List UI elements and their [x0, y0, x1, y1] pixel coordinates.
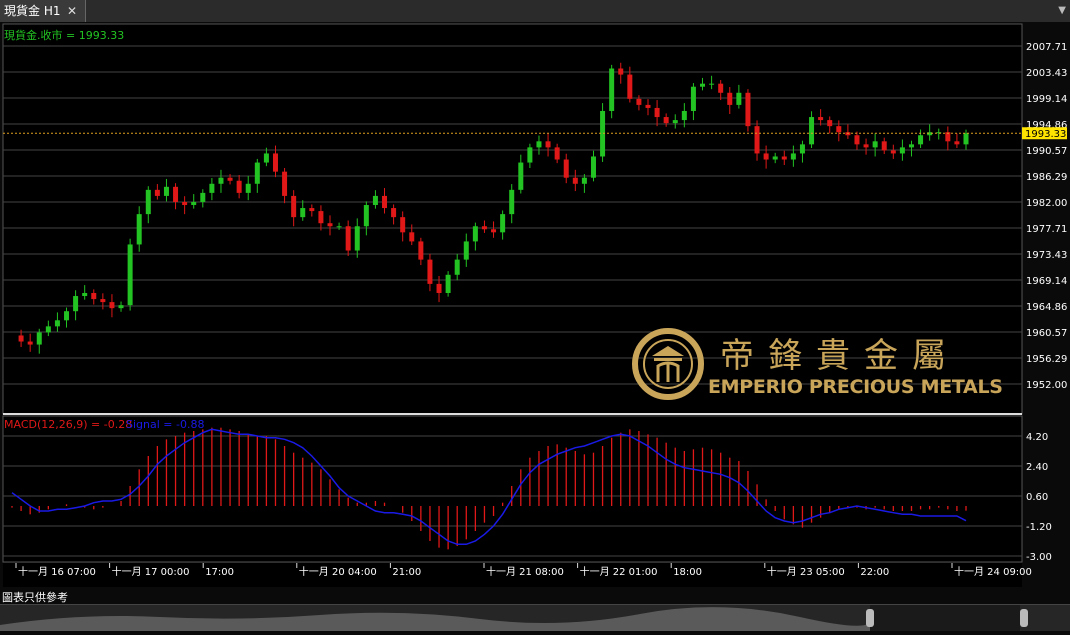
- price-tick-label: 1952.00: [1026, 380, 1067, 391]
- chevron-down-icon[interactable]: ▼: [1058, 0, 1066, 22]
- time-tick-label: 22:00: [860, 567, 889, 578]
- time-tick-label: 十一月 21 08:00: [486, 565, 564, 578]
- price-tick-label: 1956.29: [1026, 354, 1067, 365]
- scroll-overview[interactable]: [0, 605, 1070, 631]
- candle: [609, 64, 615, 119]
- price-tick-label: 1986.29: [1026, 172, 1067, 183]
- time-tick-label: 18:00: [673, 567, 702, 578]
- time-tick-label: 十一月 24 09:00: [954, 565, 1032, 578]
- macd-tick-label: -3.00: [1026, 552, 1052, 563]
- current-price-text: 1993.33: [1025, 129, 1066, 140]
- price-tick-label: 1999.14: [1026, 94, 1067, 105]
- time-tick-label: 17:00: [205, 567, 234, 578]
- price-tick-label: 1973.43: [1026, 250, 1067, 261]
- chart-tab[interactable]: 現貨金 H1 ✕: [0, 0, 86, 22]
- disclaimer-text: 圖表只供參考: [2, 591, 68, 604]
- macd-pane: [2, 415, 1023, 563]
- price-tick-label: 2007.71: [1026, 42, 1067, 53]
- candle: [127, 238, 133, 311]
- chart-tab-title: 現貨金 H1: [4, 4, 61, 18]
- candle: [600, 103, 606, 162]
- logo-chinese-text: 帝鋒貴金屬: [720, 336, 960, 376]
- logo-emblem-icon: [632, 328, 704, 400]
- candle: [745, 89, 751, 132]
- price-tick-label: 2003.43: [1026, 68, 1067, 79]
- price-tick-label: 1960.57: [1026, 328, 1067, 339]
- chart-scrollbar[interactable]: [0, 604, 1070, 631]
- signal-label: Signal = -0.88: [126, 418, 204, 431]
- logo-english-text: EMPERIO PRECIOUS METALS: [708, 376, 1003, 398]
- price-tick-label: 1990.57: [1026, 146, 1067, 157]
- scroll-handle-left[interactable]: [866, 609, 874, 627]
- time-tick-label: 十一月 22 01:00: [580, 565, 658, 578]
- emperio-logo: 帝鋒貴金屬 EMPERIO PRECIOUS METALS: [630, 326, 1010, 402]
- macd-tick-label: 2.40: [1026, 462, 1048, 473]
- time-tick-label: 十一月 23 05:00: [767, 565, 845, 578]
- macd-label: MACD(12,26,9) = -0.28: [4, 418, 132, 431]
- price-tick-label: 1969.14: [1026, 276, 1067, 287]
- macd-tick-label: 4.20: [1026, 432, 1048, 443]
- price-tick-label: 1977.71: [1026, 224, 1067, 235]
- tab-bar: 現貨金 H1 ✕ ▼: [0, 0, 1070, 23]
- close-icon[interactable]: ✕: [67, 0, 77, 22]
- time-tick-label: 十一月 17 00:00: [112, 565, 190, 578]
- candle: [445, 271, 451, 297]
- chart-canvas[interactable]: 2007.712003.431999.141994.861990.571986.…: [0, 22, 1070, 589]
- price-label: 現貨金.收市 = 1993.33: [4, 28, 124, 42]
- time-tick-label: 十一月 20 04:00: [299, 565, 377, 578]
- price-tick-label: 1982.00: [1026, 198, 1067, 209]
- macd-tick-label: -1.20: [1026, 522, 1052, 533]
- macd-tick-label: 0.60: [1026, 492, 1048, 503]
- scroll-handle-right[interactable]: [1020, 609, 1028, 627]
- price-tick-label: 1964.86: [1026, 302, 1067, 313]
- time-tick-label: 十一月 16 07:00: [18, 565, 96, 578]
- time-tick-label: 21:00: [392, 567, 421, 578]
